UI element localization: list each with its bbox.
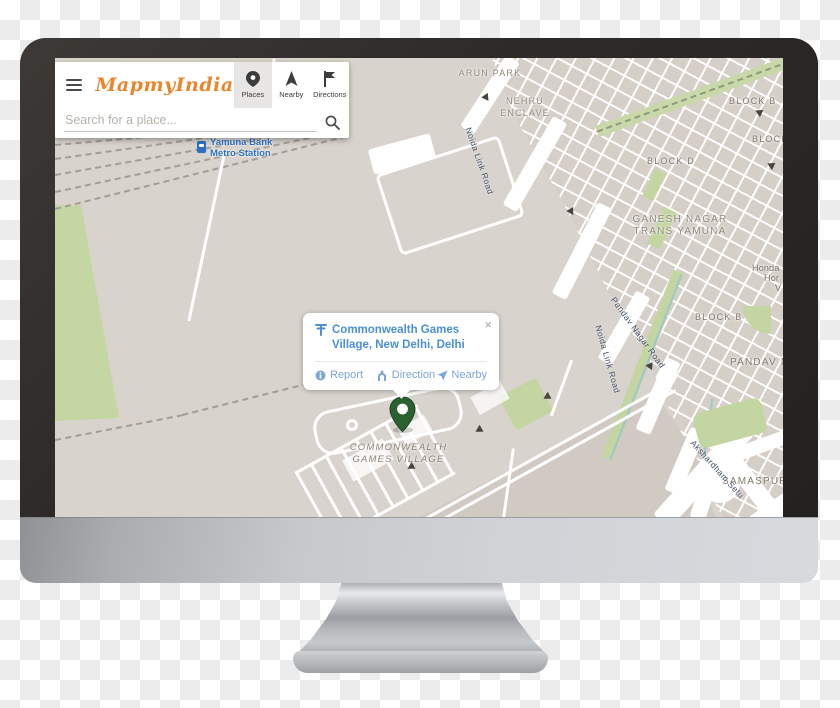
panel-header-row: MapmyIndia Places Nearby — [55, 62, 349, 108]
info-icon — [315, 370, 326, 381]
hamburger-menu-icon[interactable] — [66, 76, 82, 94]
area-label: BLOCK D — [647, 155, 695, 167]
metro-label-line: Metro Station — [210, 149, 272, 160]
area-label: COMMONWEALTH GAMES VILLAGE — [336, 442, 461, 466]
popup-title-line2: Village, New Delhi, Delhi — [332, 339, 465, 351]
one-way-arrow-icon — [473, 425, 483, 435]
close-icon[interactable]: × — [484, 318, 492, 331]
directions-label: Directions — [313, 90, 346, 99]
nearby-label: Nearby — [279, 90, 303, 99]
transparency-checkerboard: ARUN PARK NEHRU ENCLAVE BLOCK B BLOCK BL… — [0, 0, 840, 708]
directions-button[interactable]: Directions — [311, 62, 349, 108]
area-label: NEHRU ENCLAVE — [475, 95, 575, 119]
popup-divider — [315, 361, 487, 362]
route-fork-icon — [376, 370, 388, 381]
monitor-chin — [20, 517, 818, 583]
metro-icon — [197, 141, 206, 153]
popup-title: Commonwealth Games Village, New Delhi, D… — [315, 323, 487, 353]
send-arrow-icon — [437, 370, 448, 381]
poi-label: V — [775, 282, 781, 294]
pin-hole — [397, 404, 408, 415]
area-label-line: NEHRU — [475, 95, 575, 107]
screen: ARUN PARK NEHRU ENCLAVE BLOCK B BLOCK BL… — [55, 58, 783, 517]
nearby-button[interactable]: Nearby — [437, 369, 487, 381]
search-input[interactable] — [64, 113, 317, 132]
monitor-stand-neck — [296, 583, 547, 655]
place-info-popup: × Commonwealth Games Village, New Delhi,… — [303, 313, 499, 390]
places-button[interactable]: Places — [234, 62, 272, 108]
report-label: Report — [330, 369, 363, 381]
area-label: PANDAV NAGAR — [730, 357, 783, 369]
navigation-arrow-icon — [285, 71, 298, 87]
area-label-line: ENCLAVE — [475, 107, 575, 119]
street — [187, 155, 225, 322]
place-pin-icon — [246, 71, 260, 87]
report-button[interactable]: Report — [315, 369, 376, 381]
area-label-line: GAMES VILLAGE — [336, 454, 461, 466]
park-patch — [499, 377, 554, 430]
area-label-line: GANESH NAGAR — [615, 214, 745, 226]
monitor-stand-base — [293, 651, 548, 673]
transit-icon — [315, 323, 327, 337]
metro-station-label[interactable]: Yamuna Bank Metro Station — [210, 138, 272, 159]
popup-title-text: Commonwealth Games Village, New Delhi, D… — [332, 323, 465, 353]
direction-button[interactable]: Direction — [376, 369, 437, 381]
places-label: Places — [242, 90, 265, 99]
search-icon[interactable] — [325, 115, 340, 130]
street — [550, 359, 573, 416]
area-label-line: COMMONWEALTH — [336, 442, 461, 454]
search-panel: MapmyIndia Places Nearby — [55, 62, 349, 138]
popup-actions: Report Direction — [315, 369, 487, 381]
flag-icon — [323, 71, 336, 87]
area-label: BLOCK B — [729, 95, 776, 107]
railway-line — [182, 383, 309, 416]
roundabout — [346, 419, 358, 431]
nearby-label: Nearby — [452, 369, 487, 381]
area-label: GANESH NAGAR TRANS YAMUNA — [615, 214, 745, 238]
area-label: BLOCK — [752, 133, 783, 145]
map-canvas[interactable]: ARUN PARK NEHRU ENCLAVE BLOCK B BLOCK BL… — [55, 58, 783, 517]
area-label: BLOCK B — [695, 311, 742, 323]
location-marker-pin[interactable] — [389, 396, 416, 438]
popup-title-line1: Commonwealth Games — [332, 324, 459, 336]
area-label: ARUN PARK — [440, 67, 540, 79]
direction-label: Direction — [392, 369, 435, 381]
metro-label-line: Yamuna Bank — [210, 138, 272, 149]
area-label-line: TRANS YAMUNA — [615, 226, 745, 238]
panel-search-row — [55, 108, 349, 138]
nearby-toolbar-button[interactable]: Nearby — [272, 62, 310, 108]
brand-logo: MapmyIndia — [95, 74, 233, 96]
